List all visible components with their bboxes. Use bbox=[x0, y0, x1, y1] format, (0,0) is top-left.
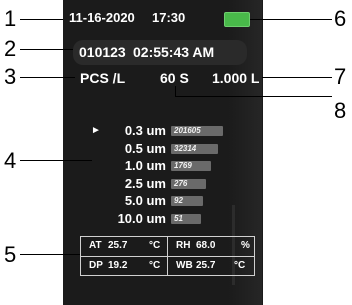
callout-line-8-v bbox=[175, 86, 176, 96]
at-value: 25.7 bbox=[108, 240, 128, 251]
sample-volume: 1.000 L bbox=[212, 70, 260, 86]
wb-label: WB bbox=[176, 260, 193, 271]
callout-line-6 bbox=[250, 19, 332, 20]
callout-line-2 bbox=[20, 49, 73, 50]
selected-row-arrow-icon: ► bbox=[91, 125, 101, 136]
particle-size-label: 1.0 um bbox=[124, 158, 166, 173]
particle-size-label: 0.3 um bbox=[124, 123, 166, 138]
particle-size-label: 5.0 um bbox=[124, 193, 166, 208]
callout-number-7: 7 bbox=[334, 64, 347, 89]
battery-icon bbox=[224, 12, 250, 27]
wb-unit: °C bbox=[234, 260, 246, 271]
callout-number-5: 5 bbox=[4, 242, 17, 267]
env-divider-horizontal bbox=[81, 256, 254, 257]
particle-count-bar: 201605 bbox=[171, 126, 223, 136]
callout-line-1 bbox=[20, 19, 63, 20]
callout-number-6: 6 bbox=[334, 6, 347, 31]
rh-label: RH bbox=[176, 240, 191, 251]
particle-count-bar: 32314 bbox=[171, 143, 218, 154]
particle-count-bar: 1769 bbox=[171, 161, 211, 171]
callout-line-3 bbox=[20, 77, 75, 78]
callout-line-8-h bbox=[175, 96, 332, 97]
status-date: 11-16-2020 bbox=[69, 10, 135, 25]
dp-unit: °C bbox=[149, 260, 161, 271]
callout-number-4: 4 bbox=[4, 148, 17, 173]
callout-line-5 bbox=[20, 254, 80, 255]
environment-panel: AT 25.7 °C RH 68.0 % DP 19.2 °C WB 25.7 … bbox=[80, 236, 255, 276]
sample-time: 60 S bbox=[160, 70, 189, 86]
particle-count-bar: 92 bbox=[171, 196, 203, 206]
callout-line-4 bbox=[20, 160, 92, 161]
particle-count-bar: 276 bbox=[171, 178, 206, 189]
particle-size-label: 10.0 um bbox=[117, 210, 166, 226]
callout-number-2: 2 bbox=[4, 36, 17, 61]
dp-value: 19.2 bbox=[108, 260, 128, 271]
callout-number-3: 3 bbox=[4, 64, 17, 89]
at-unit: °C bbox=[149, 240, 161, 251]
particle-size-label: 2.5 um bbox=[124, 175, 166, 191]
callout-number-8: 8 bbox=[334, 98, 347, 123]
record-id: 010123 bbox=[79, 44, 126, 60]
dp-label: DP bbox=[89, 260, 103, 271]
callout-number-1: 1 bbox=[4, 6, 17, 31]
status-time: 17:30 bbox=[152, 10, 186, 25]
record-time: 02:55:43 AM bbox=[133, 44, 215, 60]
unit-label: PCS /L bbox=[80, 70, 126, 86]
wb-value: 25.7 bbox=[196, 260, 216, 271]
particle-size-label: 0.5 um bbox=[124, 140, 166, 156]
rh-unit: % bbox=[241, 240, 250, 251]
rh-value: 68.0 bbox=[196, 240, 216, 251]
callout-line-7 bbox=[262, 77, 332, 78]
at-label: AT bbox=[89, 240, 102, 251]
particle-count-bar: 51 bbox=[171, 213, 201, 224]
